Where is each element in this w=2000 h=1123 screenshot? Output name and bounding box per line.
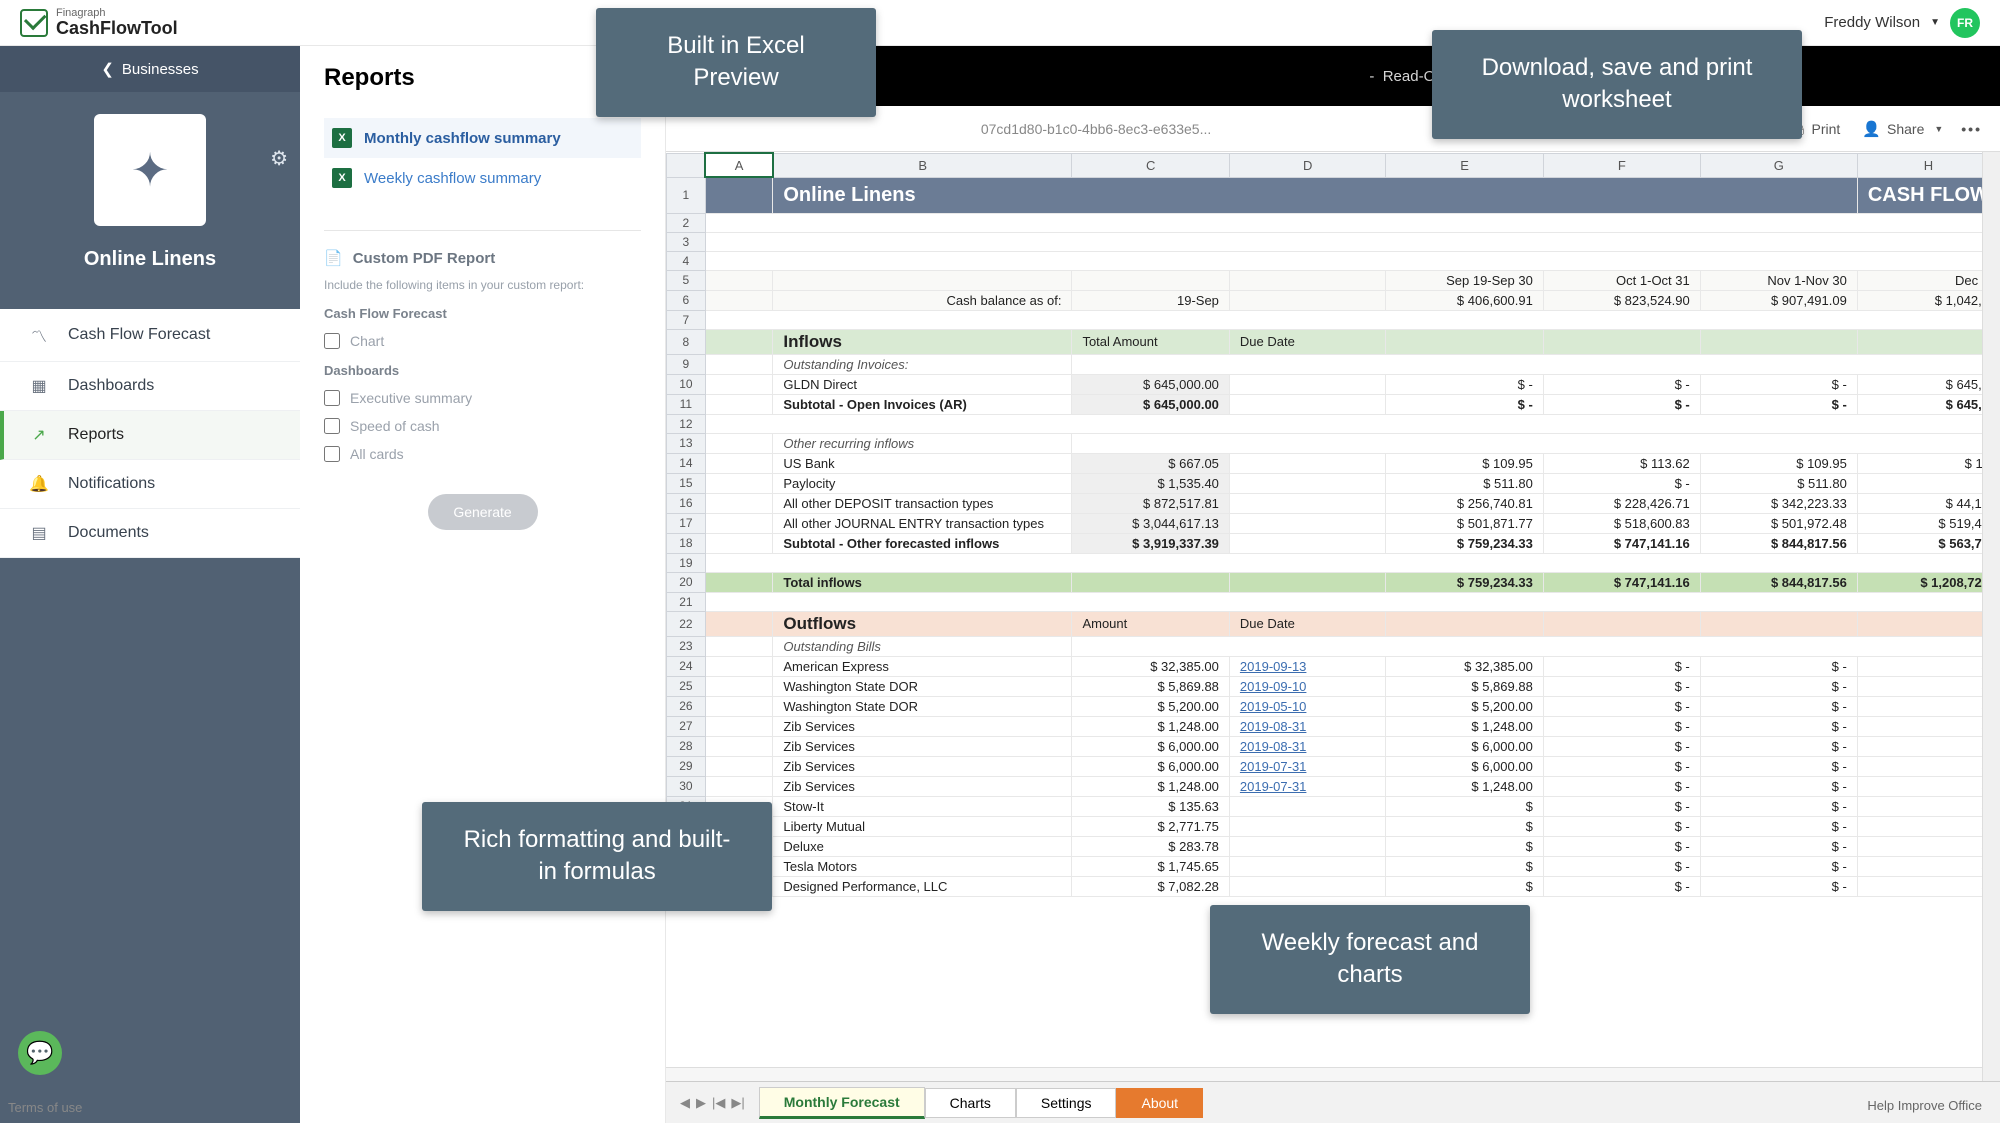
generate-button[interactable]: Generate xyxy=(428,494,538,530)
share-button[interactable]: 👤Share▼ xyxy=(1862,120,1943,138)
excel-icon: X xyxy=(332,128,352,148)
share-icon: 👤 xyxy=(1862,120,1881,138)
gear-icon[interactable]: ⚙ xyxy=(270,146,288,171)
user-menu[interactable]: Freddy Wilson ▼ FR xyxy=(1824,8,1980,38)
section-dashboards: Dashboards xyxy=(324,363,641,378)
avatar[interactable]: FR xyxy=(1950,8,1980,38)
section-cashflow: Cash Flow Forecast xyxy=(324,306,641,321)
custom-report-header: 📄Custom PDF Report xyxy=(324,249,641,267)
scrollbar-vertical[interactable] xyxy=(1982,152,2000,1081)
brand-logo[interactable]: Finagraph CashFlowTool xyxy=(20,8,178,37)
nav-label: Notifications xyxy=(68,475,155,493)
brand-name: CashFlowTool xyxy=(56,19,178,37)
callout-weekly-forecast: Weekly forecast and charts xyxy=(1210,905,1530,1014)
bell-icon: 🔔 xyxy=(28,474,50,494)
report-monthly-cashflow[interactable]: X Monthly cashflow summary xyxy=(324,118,641,158)
user-name: Freddy Wilson xyxy=(1824,14,1920,31)
share-icon: ↗ xyxy=(28,425,50,445)
sheet-tab-settings[interactable]: Settings xyxy=(1016,1088,1117,1118)
report-link-label: Monthly cashflow summary xyxy=(364,130,561,147)
sheet-tab-monthly-forecast[interactable]: Monthly Forecast xyxy=(759,1087,925,1119)
callout-download-save-print: Download, save and print worksheet xyxy=(1432,30,1802,139)
callout-rich-formatting: Rich formatting and built-in formulas xyxy=(422,802,772,911)
nav-reports[interactable]: ↗ Reports xyxy=(0,411,300,460)
scrollbar-horizontal[interactable] xyxy=(666,1067,1982,1081)
report-weekly-cashflow[interactable]: X Weekly cashflow summary xyxy=(324,158,641,198)
chk-executive-summary[interactable]: Executive summary xyxy=(324,384,641,412)
nav-label: Dashboards xyxy=(68,377,154,395)
page-title: Reports xyxy=(324,64,641,92)
file-icon: ▤ xyxy=(28,523,50,543)
document-name: 07cd1d80-b1c0-4bb6-8ec3-e633e5... xyxy=(684,121,1508,137)
nav-dashboards[interactable]: ▦ Dashboards xyxy=(0,362,300,411)
chevron-left-icon: ❮ xyxy=(101,60,114,78)
chart-line-icon: 〽 xyxy=(28,323,50,347)
help-improve-link[interactable]: Help Improve Office xyxy=(1867,1098,1982,1113)
nav-documents[interactable]: ▤ Documents xyxy=(0,509,300,558)
chk-all-cards[interactable]: All cards xyxy=(324,440,641,468)
custom-hint: Include the following items in your cust… xyxy=(324,277,641,294)
terms-of-use-link[interactable]: Terms of use xyxy=(8,1100,82,1115)
nav-notifications[interactable]: 🔔 Notifications xyxy=(0,460,300,509)
nav-label: Cash Flow Forecast xyxy=(68,326,210,344)
back-to-businesses[interactable]: ❮ Businesses xyxy=(0,46,300,92)
nav-label: Reports xyxy=(68,426,124,444)
business-name: Online Linens xyxy=(84,248,216,271)
report-link-label: Weekly cashflow summary xyxy=(364,170,541,187)
caret-down-icon: ▼ xyxy=(1934,124,1943,134)
chk-speed-of-cash[interactable]: Speed of cash xyxy=(324,412,641,440)
excel-icon: X xyxy=(332,168,352,188)
callout-excel-preview: Built in Excel Preview xyxy=(596,8,876,117)
caret-down-icon: ▼ xyxy=(1930,17,1940,28)
sheet-nav[interactable]: ◀▶|◀▶| xyxy=(666,1095,759,1111)
pdf-icon: 📄 xyxy=(324,249,343,267)
back-label: Businesses xyxy=(122,61,199,78)
chat-button[interactable]: 💬 xyxy=(18,1031,62,1075)
brand-mark-icon xyxy=(20,9,48,37)
business-logo[interactable]: ✦ xyxy=(94,114,206,226)
sheet-tab-about[interactable]: About xyxy=(1116,1088,1203,1118)
nav-label: Documents xyxy=(68,524,149,542)
sheet-tab-charts[interactable]: Charts xyxy=(925,1088,1016,1118)
chk-chart[interactable]: Chart xyxy=(324,327,641,355)
nav-cash-flow-forecast[interactable]: 〽 Cash Flow Forecast xyxy=(0,309,300,362)
more-menu[interactable]: ••• xyxy=(1961,121,1982,137)
grid-icon: ▦ xyxy=(28,376,50,396)
